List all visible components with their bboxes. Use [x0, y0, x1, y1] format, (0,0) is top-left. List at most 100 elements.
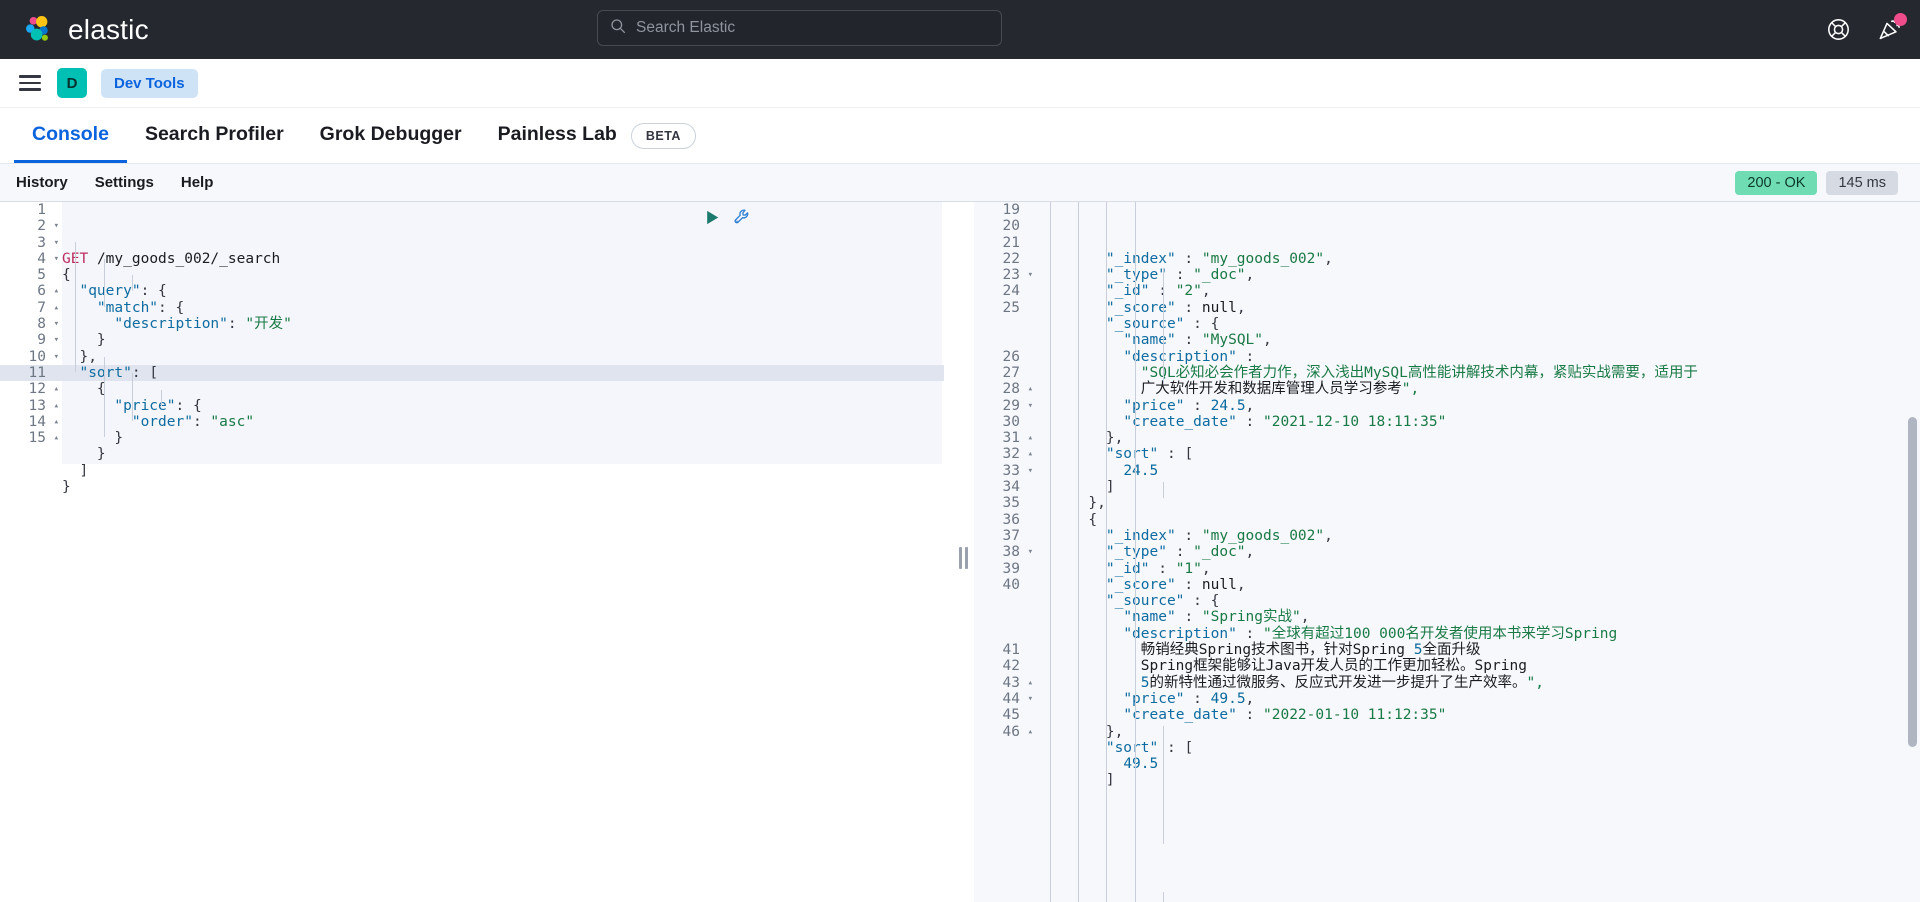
elastic-logo-icon: [22, 13, 55, 46]
play-icon[interactable]: [704, 209, 721, 226]
fold-toggle-icon[interactable]: ▴: [1028, 381, 1033, 397]
line-number: 40: [1002, 576, 1020, 593]
code-line: "_source" : {: [1105, 593, 1220, 610]
search-icon: [610, 18, 626, 39]
fold-toggle-icon[interactable]: ▴: [54, 398, 59, 414]
fold-toggle-icon[interactable]: ▾: [1028, 463, 1033, 479]
code-line: "_score" : null,: [1105, 576, 1246, 593]
code-line: ]: [79, 462, 89, 479]
fold-toggle-icon[interactable]: ▴: [54, 381, 59, 397]
line-number: [974, 626, 1036, 642]
tab-search-profiler[interactable]: Search Profiler: [127, 108, 302, 163]
line-number: [974, 593, 1036, 609]
line-number: 43 ▴: [1002, 674, 1033, 691]
fold-toggle-icon[interactable]: ▾: [54, 316, 59, 332]
fold-toggle-icon[interactable]: ▾: [1028, 691, 1033, 707]
code-line: }: [96, 332, 106, 349]
line-number: 28 ▴: [1002, 381, 1033, 398]
code-line: Spring框架能够让Java开发人员的工作更加轻松。Spring: [1036, 658, 1527, 675]
topbar-actions: [1826, 0, 1907, 59]
fold-toggle-icon[interactable]: ▾: [54, 235, 59, 251]
fold-toggle-icon[interactable]: ▾: [1028, 544, 1033, 560]
editor-line-numbers: 1 2 ▾ 3 ▾ 4 ▾ 5 6 ▴ 7 ▴ 8 ▾ 9 ▾ 10 ▾ 11 12 ▴ 13 ▴ 14 ▴ 15 ▴: [0, 202, 62, 495]
fold-toggle-icon[interactable]: ▴: [1028, 446, 1033, 462]
line-number: 5: [37, 267, 46, 284]
code-line: "sort": [: [79, 364, 159, 381]
line-number: 1: [37, 202, 46, 218]
line-number: 33 ▾: [1002, 462, 1033, 479]
line-number: 27: [1002, 364, 1020, 381]
output-scrollbar[interactable]: [1908, 417, 1917, 747]
line-number: [974, 316, 1036, 332]
editor-code[interactable]: GET /my_goods_002/_search{ "query": { "m…: [62, 202, 952, 495]
line-number: 4 ▾: [37, 250, 59, 267]
code-line: "name" : "Spring实战",: [1123, 609, 1310, 626]
code-line: },: [1105, 723, 1124, 740]
code-line: "_source" : {: [1105, 316, 1220, 333]
brand-name: elastic: [68, 13, 149, 45]
code-line: "description" :: [1123, 348, 1255, 365]
line-number: 20: [1002, 218, 1020, 235]
line-number: 13 ▴: [28, 397, 59, 414]
fold-toggle-icon[interactable]: ▾: [1028, 267, 1033, 283]
fold-toggle-icon[interactable]: ▴: [54, 430, 59, 446]
wrench-icon[interactable]: [733, 208, 752, 227]
toolbar-history[interactable]: History: [16, 174, 68, 191]
search-input[interactable]: Search Elastic: [597, 10, 1002, 46]
fold-toggle-icon[interactable]: ▴: [54, 283, 59, 299]
code-line: GET /my_goods_002/_search: [62, 250, 281, 267]
line-number: 2 ▾: [37, 218, 59, 235]
line-number: 9 ▾: [37, 332, 59, 349]
line-number: 24: [1002, 283, 1020, 300]
hamburger-menu-icon[interactable]: [17, 70, 43, 96]
code-line: "price": {: [114, 397, 202, 414]
announcement-icon[interactable]: [1877, 13, 1907, 42]
lifebuoy-icon[interactable]: [1826, 17, 1851, 42]
line-number: 39: [1002, 560, 1020, 577]
request-editor-pane[interactable]: 1 2 ▾ 3 ▾ 4 ▾ 5 6 ▴ 7 ▴ 8 ▾ 9 ▾ 10 ▾ 11 12 ▴ 13 ▴ 14 ▴ 15 ▴ GET /m…: [0, 202, 952, 902]
toolbar-help[interactable]: Help: [181, 174, 214, 191]
code-line: "create_date" : "2021-12-10 18:11:35": [1123, 413, 1447, 430]
breadcrumb-item-dev-tools[interactable]: Dev Tools: [101, 68, 198, 98]
code-line: "_score" : null,: [1105, 299, 1246, 316]
toolbar-settings[interactable]: Settings: [95, 174, 154, 191]
pane-splitter[interactable]: [952, 202, 974, 902]
code-line: },: [79, 348, 97, 365]
line-number: 22: [1002, 250, 1020, 267]
space-avatar[interactable]: D: [57, 68, 87, 98]
fold-toggle-icon[interactable]: ▴: [54, 414, 59, 430]
output-code: "_index" : "my_goods_002", "_type" : "_d…: [1036, 202, 1920, 902]
line-number: 26: [1002, 348, 1020, 365]
fold-toggle-icon[interactable]: ▾: [54, 251, 59, 267]
line-number: 19: [1002, 202, 1020, 218]
fold-toggle-icon[interactable]: ▴: [1028, 724, 1033, 740]
line-number: 35: [1002, 495, 1020, 512]
fold-toggle-icon[interactable]: ▴: [54, 300, 59, 316]
fold-toggle-icon[interactable]: ▾: [54, 332, 59, 348]
line-number: 14 ▴: [28, 413, 59, 430]
fold-toggle-icon[interactable]: ▴: [1028, 430, 1033, 446]
fold-toggle-icon[interactable]: ▾: [54, 349, 59, 365]
code-line: }: [114, 430, 124, 447]
console-toolbar: History Settings Help 200 - OK 145 ms: [0, 164, 1920, 202]
tab-painless-lab[interactable]: Painless Lab: [480, 108, 635, 163]
line-number: 10 ▾: [28, 348, 59, 365]
global-search[interactable]: Search Elastic: [597, 10, 1002, 46]
response-time-badge: 145 ms: [1826, 170, 1898, 195]
editor-surface[interactable]: 1 2 ▾ 3 ▾ 4 ▾ 5 6 ▴ 7 ▴ 8 ▾ 9 ▾ 10 ▾ 11 12 ▴ 13 ▴ 14 ▴ 15 ▴ GET /m…: [0, 202, 952, 902]
fold-toggle-icon[interactable]: ▾: [1028, 398, 1033, 414]
code-line: "description": "开发": [114, 316, 292, 333]
code-line: "_id" : "2",: [1105, 283, 1211, 300]
tab-grok-debugger[interactable]: Grok Debugger: [302, 108, 480, 163]
code-line: "_index" : "my_goods_002",: [1105, 527, 1333, 544]
tab-console[interactable]: Console: [14, 108, 127, 163]
line-number: 44 ▾: [1002, 690, 1033, 707]
code-line: "name" : "MySQL",: [1123, 332, 1272, 349]
code-line: "_type" : "_doc",: [1105, 267, 1255, 284]
fold-toggle-icon[interactable]: ▾: [54, 218, 59, 234]
line-number: 23 ▾: [1002, 267, 1033, 284]
elastic-brand[interactable]: elastic: [22, 13, 149, 46]
response-output-pane[interactable]: 19 20 21 22 23 ▾ 24 25 26 27 28 ▴ 29 ▾ 30 31 ▴ 32 ▴ 33 ▾ 34 35…: [974, 202, 1920, 902]
fold-toggle-icon[interactable]: ▴: [1028, 675, 1033, 691]
code-line: },: [1088, 495, 1106, 512]
